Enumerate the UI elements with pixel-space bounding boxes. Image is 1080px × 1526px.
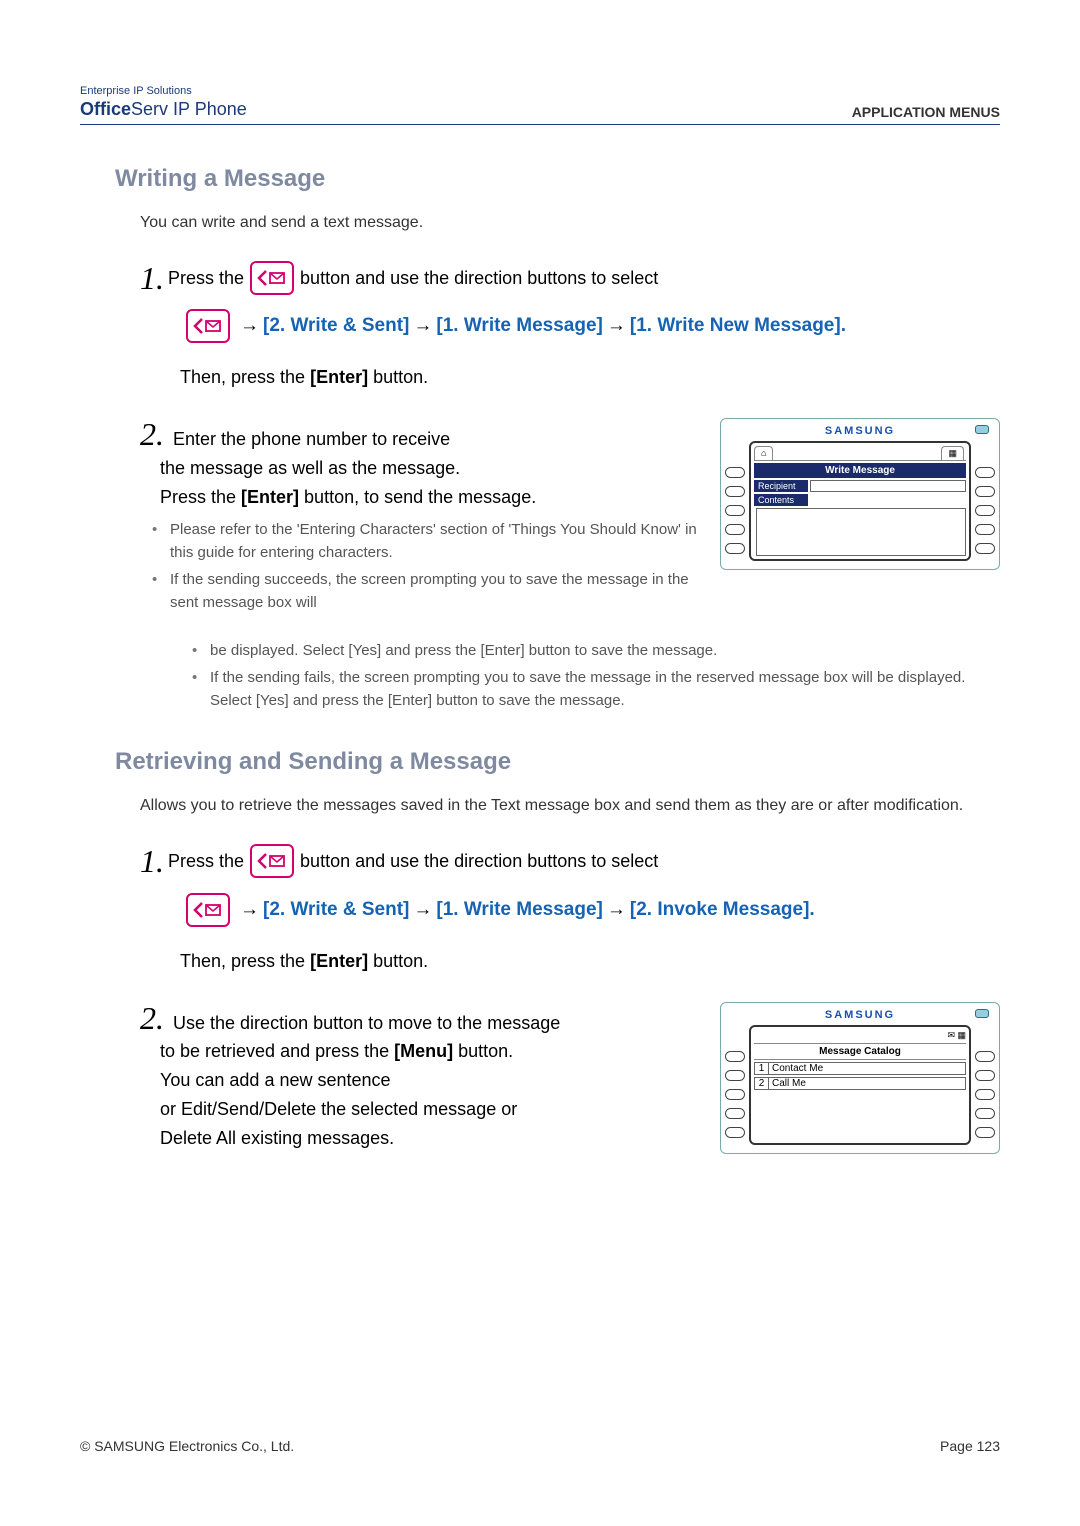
sms-button-icon xyxy=(250,261,294,295)
writing-step-2: 2. Enter the phone number to receive the… xyxy=(140,418,720,618)
sms-button-icon xyxy=(186,309,230,343)
soft-key[interactable] xyxy=(975,1051,995,1062)
screen-title: Message Catalog xyxy=(754,1044,966,1060)
section-title-writing: Writing a Message xyxy=(115,165,1000,193)
catalog-row[interactable]: 2 Call Me xyxy=(754,1077,966,1090)
soft-key[interactable] xyxy=(725,486,745,497)
phone-mockup-catalog: SAMSUNG ✉ ▦ Message Catalog 1 Contact Me xyxy=(720,1002,1000,1154)
retrieving-step-1: 1. Press the button and use the directio… xyxy=(140,844,1000,878)
soft-key[interactable] xyxy=(725,543,745,554)
bullet-continuation: be displayed. Select [Yes] and press the… xyxy=(180,639,1000,662)
soft-key[interactable] xyxy=(725,1108,745,1119)
phone-screen: ⌂ ▦ Write Message Recipient Contents xyxy=(749,441,971,561)
retrieving-intro: Allows you to retrieve the messages save… xyxy=(140,794,1000,818)
brand-block: Enterprise IP Solutions OfficeServ IP Ph… xyxy=(80,85,247,120)
soft-keys-right xyxy=(975,1025,995,1145)
soft-key[interactable] xyxy=(975,1089,995,1100)
soft-key[interactable] xyxy=(975,467,995,478)
step-number: 2. xyxy=(140,416,164,452)
soft-keys-right xyxy=(975,441,995,561)
step-number: 2. xyxy=(140,1000,164,1036)
bullet-item: Please refer to the 'Entering Characters… xyxy=(140,518,700,565)
soft-key[interactable] xyxy=(975,524,995,535)
phone-brand: SAMSUNG xyxy=(825,425,895,437)
soft-key[interactable] xyxy=(975,486,995,497)
enter-instruction: Then, press the [Enter] button. xyxy=(180,951,1000,972)
phone-brand: SAMSUNG xyxy=(825,1009,895,1021)
soft-key[interactable] xyxy=(725,1051,745,1062)
arrow-icon: → xyxy=(413,899,432,921)
soft-key[interactable] xyxy=(725,505,745,516)
screen-title: Write Message xyxy=(754,463,966,478)
arrow-icon: → xyxy=(240,315,259,337)
sms-button-icon xyxy=(186,893,230,927)
header-right: APPLICATION MENUS xyxy=(852,104,1000,120)
soft-key[interactable] xyxy=(975,1127,995,1138)
bullet-item: If the sending fails, the screen prompti… xyxy=(180,666,1000,713)
step-number: 1. xyxy=(140,845,164,877)
menu-path-1: → [2. Write & Sent] → [1. Write Message]… xyxy=(180,309,1000,343)
soft-key[interactable] xyxy=(725,1070,745,1081)
brand-subtitle: Enterprise IP Solutions xyxy=(80,85,247,97)
arrow-icon: → xyxy=(607,315,626,337)
arrow-icon: → xyxy=(240,899,259,921)
phone-led xyxy=(975,425,989,434)
field-contents-input[interactable] xyxy=(756,508,966,556)
arrow-icon: → xyxy=(413,315,432,337)
retrieving-step-2: 2. Use the direction button to move to t… xyxy=(140,1002,720,1153)
soft-key[interactable] xyxy=(975,543,995,554)
phone-mockup-write: SAMSUNG ⌂ ▦ Write Message xyxy=(720,418,1000,570)
screen-tab-left: ⌂ xyxy=(754,446,773,460)
writing-intro: You can write and send a text message. xyxy=(140,211,1000,235)
catalog-row[interactable]: 1 Contact Me xyxy=(754,1062,966,1075)
phone-screen: ✉ ▦ Message Catalog 1 Contact Me 2 Call … xyxy=(749,1025,971,1145)
section-title-retrieving: Retrieving and Sending a Message xyxy=(115,748,1000,776)
soft-key[interactable] xyxy=(725,467,745,478)
brand-title: OfficeServ IP Phone xyxy=(80,99,247,120)
soft-key[interactable] xyxy=(725,1127,745,1138)
soft-key[interactable] xyxy=(975,1070,995,1081)
page-number: Page 123 xyxy=(940,1438,1000,1454)
field-recipient-input[interactable] xyxy=(810,480,966,492)
screen-tab-right: ▦ xyxy=(941,446,964,460)
page-footer: © SAMSUNG Electronics Co., Ltd. Page 123 xyxy=(80,1438,1000,1454)
phone-led xyxy=(975,1009,989,1018)
sms-button-icon xyxy=(250,844,294,878)
screen-status-icons: ✉ ▦ xyxy=(754,1030,966,1044)
soft-keys-left xyxy=(725,441,745,561)
soft-key[interactable] xyxy=(725,1089,745,1100)
writing-step-1: 1. Press the button and use the directio… xyxy=(140,261,1000,295)
soft-key[interactable] xyxy=(975,1108,995,1119)
soft-key[interactable] xyxy=(975,505,995,516)
page-header: Enterprise IP Solutions OfficeServ IP Ph… xyxy=(80,85,1000,125)
copyright: © SAMSUNG Electronics Co., Ltd. xyxy=(80,1438,294,1454)
menu-path-2: → [2. Write & Sent] → [1. Write Message]… xyxy=(180,893,1000,927)
soft-key[interactable] xyxy=(725,524,745,535)
bullet-item: If the sending succeeds, the screen prom… xyxy=(140,568,700,615)
step-number: 1. xyxy=(140,262,164,294)
field-contents-label: Contents xyxy=(754,494,808,506)
arrow-icon: → xyxy=(607,899,626,921)
field-recipient-label: Recipient xyxy=(754,480,808,492)
soft-keys-left xyxy=(725,1025,745,1145)
enter-instruction: Then, press the [Enter] button. xyxy=(180,367,1000,388)
